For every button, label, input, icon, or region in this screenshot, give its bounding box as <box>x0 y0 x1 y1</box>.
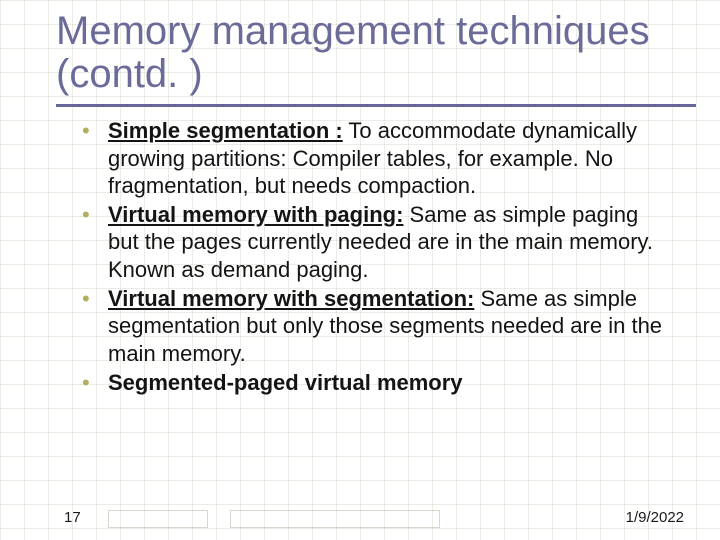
bullet-term: Virtual memory with segmentation: <box>108 286 474 311</box>
bullet-item: Segmented-paged virtual memory <box>108 369 672 396</box>
slide-footer: 17 1/9/2022 <box>0 506 720 528</box>
bullet-item: Simple segmentation : To accommodate dyn… <box>108 117 672 199</box>
slide-title: Memory management techniques (contd. ) <box>56 10 692 96</box>
bullet-item: Virtual memory with segmentation: Same a… <box>108 285 672 367</box>
footer-box-left <box>108 510 208 528</box>
slide-date: 1/9/2022 <box>626 509 684 526</box>
footer-box-center <box>230 510 440 528</box>
bullet-term: Segmented-paged virtual memory <box>108 370 463 395</box>
bullet-item: Virtual memory with paging: Same as simp… <box>108 201 672 283</box>
bullet-list: Simple segmentation : To accommodate dyn… <box>60 117 672 396</box>
title-underline <box>56 104 696 107</box>
slide-body: Memory management techniques (contd. ) S… <box>0 0 720 540</box>
bullet-term: Virtual memory with paging: <box>108 202 403 227</box>
bullet-term: Simple segmentation : <box>108 118 343 143</box>
slide-number: 17 <box>64 509 81 526</box>
